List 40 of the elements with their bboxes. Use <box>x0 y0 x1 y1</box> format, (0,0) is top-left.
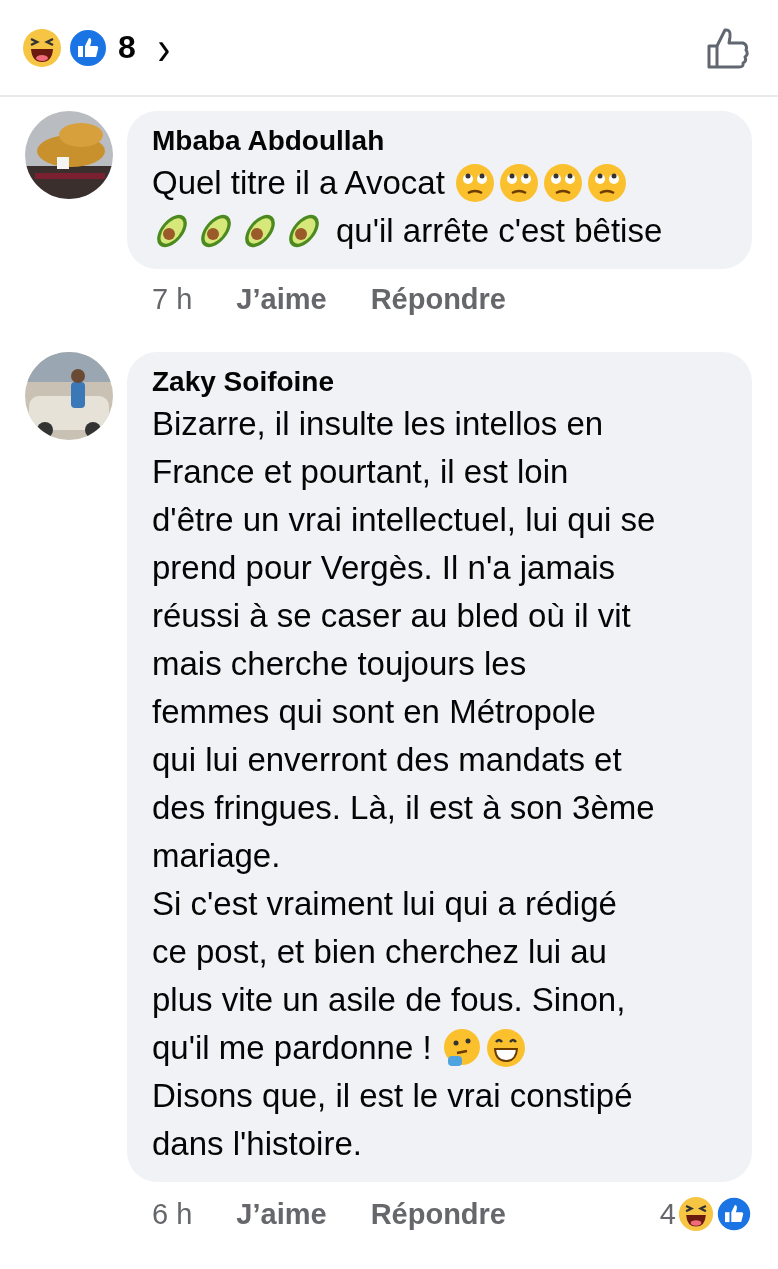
rolling-eyes-emoji-icon <box>542 163 583 203</box>
reply-link[interactable]: Répondre <box>370 1197 506 1231</box>
comment-text: Quel titre il a Avocat <box>152 163 445 203</box>
chevron-icon[interactable]: › <box>157 23 171 72</box>
comment-text: qu'il me pardonne ! <box>152 1028 432 1068</box>
comment-text: Disons que, il est le vrai constipé <box>152 1076 633 1116</box>
laughing-reaction-icon <box>678 1196 714 1232</box>
comment-text: réussi à se caser au bled où il vit <box>152 596 631 636</box>
author-name[interactable]: Zaky Soifoine <box>152 366 732 398</box>
comment-time: 6 h <box>152 1197 193 1231</box>
rolling-eyes-emoji-icon <box>586 163 627 203</box>
comment-text: d'être un vrai intellectuel, lui qui se <box>152 500 656 540</box>
thinking-face-emoji-icon <box>441 1028 482 1068</box>
comment-text: femmes qui sont en Métropole <box>152 692 596 732</box>
comment-text: mariage. <box>152 836 281 876</box>
comment-text: plus vite un asile de fous. Sinon, <box>152 980 626 1020</box>
like-link[interactable]: J’aime <box>236 283 327 316</box>
laughing-reaction-icon <box>22 27 62 68</box>
like-reaction-icon <box>716 1196 752 1232</box>
reply-link[interactable]: Répondre <box>370 283 506 316</box>
comment-text: des fringues. Là, il est à son 3ème <box>152 788 655 828</box>
comment-text: mais cherche toujours les <box>152 644 527 684</box>
comment-text: ce post, et bien cherchez lui au <box>152 932 607 972</box>
comment-text: dans l'histoire. <box>152 1124 362 1164</box>
like-link[interactable]: J’aime <box>236 1197 327 1231</box>
grinning-face-emoji-icon <box>485 1028 526 1068</box>
rolling-eyes-emoji-icon <box>454 163 495 203</box>
comment-time: 7 h <box>152 283 193 316</box>
like-reaction-icon <box>68 27 108 68</box>
comment-text: Si c'est vraiment lui qui a rédigé <box>152 884 617 924</box>
author-name[interactable]: Mbaba Abdoullah <box>152 125 732 157</box>
thumbs-up-icon[interactable] <box>706 25 750 70</box>
reaction-count[interactable]: 8 <box>118 29 136 66</box>
rolling-eyes-emoji-icon <box>498 163 539 203</box>
comment-text: Bizarre, il insulte les intellos en <box>152 404 604 444</box>
comment-text: qu'il arrête c'est bêtise <box>336 211 663 251</box>
comment-text: prend pour Vergès. Il n'a jamais <box>152 548 616 588</box>
comment-text: France et pourtant, il est loin <box>152 452 569 492</box>
comment-text: qui lui enverront des mandats et <box>152 740 622 780</box>
reaction-count[interactable]: 4 <box>659 1197 676 1231</box>
